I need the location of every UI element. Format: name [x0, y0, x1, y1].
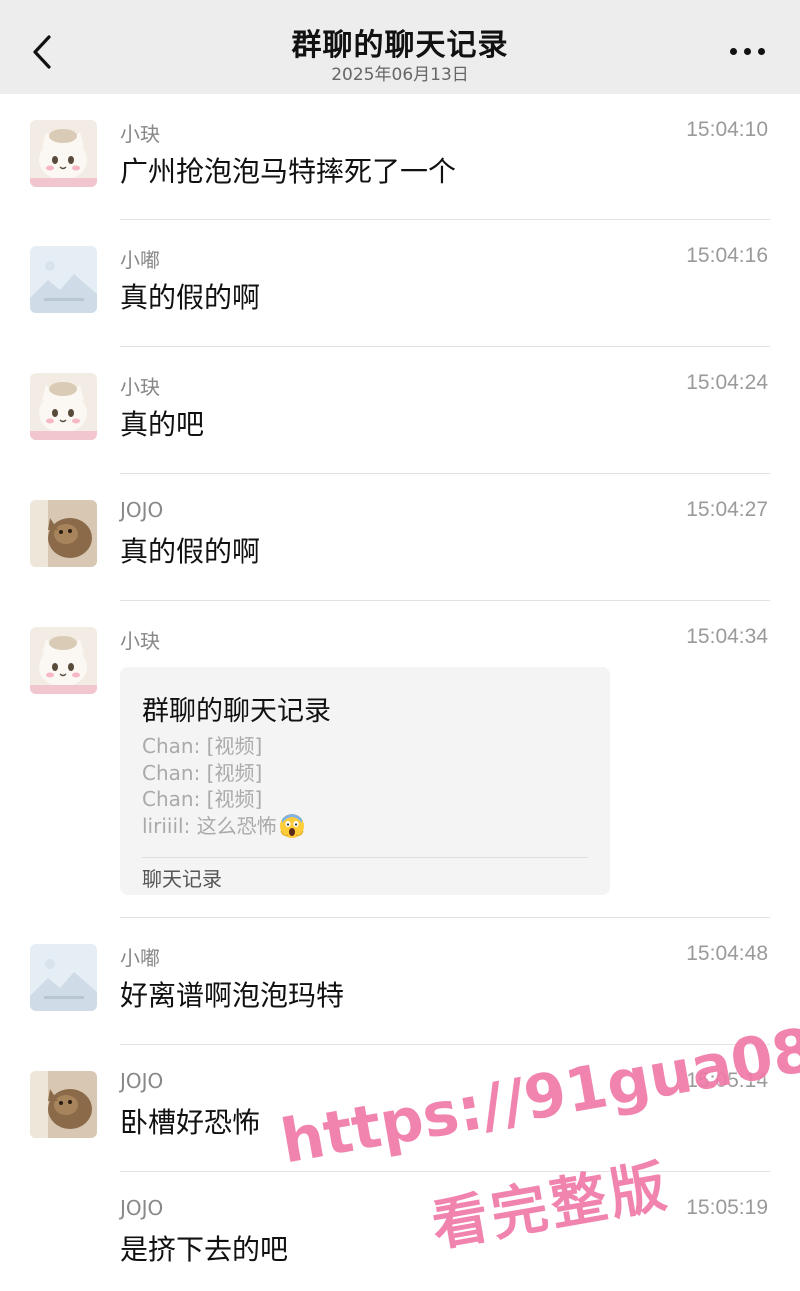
message-time: 15:04:27: [686, 498, 768, 521]
card-line: Chan: [视频]: [142, 760, 263, 785]
message-item: 小玦 15:04:24 真的吧: [0, 347, 800, 474]
message-text: 广州抢泡泡马特摔死了一个: [120, 155, 457, 188]
card-title: 群聊的聊天记录: [142, 696, 331, 727]
message-item: JOJO 15:05:19 是挤下去的吧: [0, 1172, 800, 1291]
message-time: 15:04:24: [686, 371, 768, 394]
photo-cat-avatar[interactable]: [30, 1071, 97, 1138]
message-item: 小玦 15:04:34 群聊的聊天记录 Chan: [视频] Chan: [视频…: [0, 601, 800, 918]
message-item: 小嘟 15:04:16 真的假的啊: [0, 220, 800, 347]
message-list: 小玦 15:04:10 广州抢泡泡马特摔死了一个 小嘟 15:04:16 真的假…: [0, 94, 800, 1291]
sender-name: 小嘟: [120, 946, 160, 970]
sender-name: 小玦: [120, 629, 160, 653]
message-text: 好离谱啊泡泡玛特: [120, 979, 345, 1012]
sender-name: JOJO: [120, 1196, 164, 1220]
more-dots-icon: [729, 47, 765, 55]
cat-avatar[interactable]: [30, 627, 97, 694]
cat-avatar[interactable]: [30, 373, 97, 440]
message-text: 真的吧: [120, 408, 205, 441]
card-divider: [142, 857, 588, 858]
message-text: 是挤下去的吧: [120, 1233, 289, 1266]
photo-cat-avatar[interactable]: [30, 500, 97, 567]
screaming-face-icon: [279, 813, 304, 838]
message-item: 小玦 15:04:10 广州抢泡泡马特摔死了一个: [0, 94, 800, 220]
sender-name: JOJO: [120, 1069, 164, 1093]
message-text: 真的假的啊: [120, 535, 261, 568]
top-bar: 群聊的聊天记录 2025年06月13日: [0, 0, 800, 94]
message-item: JOJO 15:04:27 真的假的啊: [0, 474, 800, 601]
cat-avatar[interactable]: [30, 120, 97, 187]
message-item: 小嘟 15:04:48 好离谱啊泡泡玛特: [0, 918, 800, 1045]
message-text: 真的假的啊: [120, 281, 261, 314]
placeholder-avatar[interactable]: [30, 944, 97, 1011]
message-time: 15:04:48: [686, 942, 768, 965]
message-time: 15:05:19: [686, 1196, 768, 1219]
page-title: 群聊的聊天记录: [291, 28, 509, 63]
card-line-with-emoji: liriiil: 这么恐怖: [142, 813, 305, 840]
card-footer: 聊天记录: [142, 867, 222, 891]
chat-record-card[interactable]: 群聊的聊天记录 Chan: [视频] Chan: [视频] Chan: [视频]…: [120, 667, 610, 895]
message-time: 15:04:16: [686, 244, 768, 267]
card-preview-lines: Chan: [视频] Chan: [视频] Chan: [视频] liriiil…: [142, 733, 305, 839]
sender-name: JOJO: [120, 498, 164, 522]
page-date: 2025年06月13日: [331, 65, 469, 85]
message-time: 15:04:10: [686, 118, 768, 141]
card-line: liriiil: 这么恐怖: [142, 813, 277, 838]
message-time: 15:05:14: [686, 1069, 768, 1092]
more-button[interactable]: [722, 36, 772, 66]
sender-name: 小玦: [120, 122, 160, 146]
message-item: JOJO 15:05:14 卧槽好恐怖: [0, 1045, 800, 1172]
sender-name: 小嘟: [120, 248, 160, 272]
card-line: Chan: [视频]: [142, 734, 263, 758]
message-time: 15:04:34: [686, 625, 768, 648]
sender-name: 小玦: [120, 375, 160, 399]
placeholder-avatar[interactable]: [30, 246, 97, 313]
message-text: 卧槽好恐怖: [120, 1106, 261, 1139]
card-line: Chan: [视频]: [142, 787, 263, 811]
